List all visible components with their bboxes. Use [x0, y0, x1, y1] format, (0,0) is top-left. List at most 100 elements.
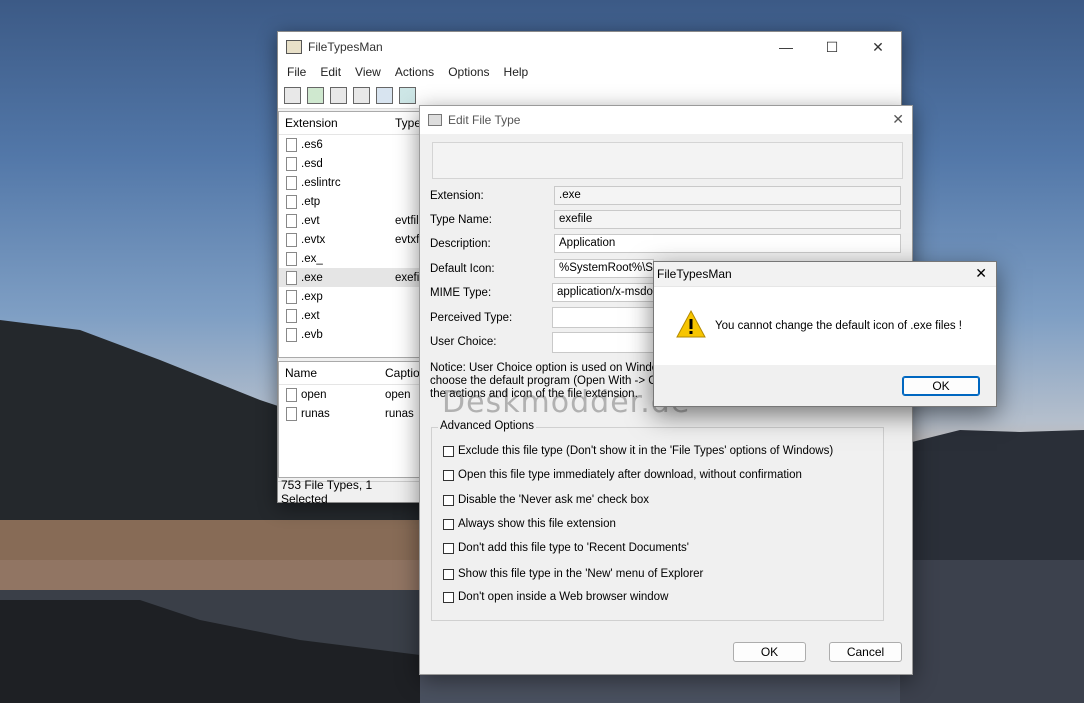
option-no-recent-documents[interactable]: Don't add this file type to 'Recent Docu… [443, 542, 689, 554]
file-icon [286, 251, 297, 266]
default-icon-field[interactable]: %SystemRoot%\Sy [554, 259, 654, 278]
action-name-cell: runas [301, 407, 330, 420]
option-always-show-extension[interactable]: Always show this file extension [443, 518, 616, 530]
table-row[interactable]: open open [279, 385, 421, 404]
table-row[interactable]: .es6 [279, 135, 421, 154]
checkbox[interactable] [443, 494, 454, 506]
table-row[interactable]: .exe exefi [279, 268, 421, 287]
refresh-icon[interactable] [307, 86, 324, 104]
type-name-field[interactable]: exefile [554, 210, 901, 229]
message-ok-button[interactable]: OK [902, 376, 980, 396]
checkbox[interactable] [443, 591, 454, 603]
option-open-immediately[interactable]: Open this file type immediately after do… [443, 469, 802, 481]
ok-button[interactable]: OK [733, 642, 806, 662]
checkbox[interactable] [443, 445, 454, 457]
type-cell: evtxf [395, 233, 420, 246]
edit-dialog-titlebar[interactable]: Edit File Type ✕ [420, 106, 912, 134]
type-name-label: Type Name: [430, 214, 492, 226]
option-label: Exclude this file type (Don't show it in… [458, 445, 834, 457]
extension-field[interactable]: .exe [554, 186, 901, 205]
description-label: Description: [430, 238, 491, 250]
action-name-cell: open [301, 388, 327, 401]
table-row[interactable]: .eslintrc [279, 173, 421, 192]
copy-icon[interactable] [330, 86, 347, 104]
option-exclude[interactable]: Exclude this file type (Don't show it in… [443, 445, 833, 457]
option-label: Show this file type in the 'New' menu of… [458, 568, 704, 580]
extension-cell: .evt [301, 214, 320, 227]
message-text: You cannot change the default icon of .e… [715, 320, 963, 332]
perceived-type-field[interactable] [552, 307, 654, 328]
type-cell: exefi [395, 271, 420, 284]
extension-cell: .evb [301, 328, 323, 341]
option-disable-never-ask[interactable]: Disable the 'Never ask me' check box [443, 494, 649, 506]
column-type[interactable]: Type [389, 116, 421, 130]
extension-cell: .esd [301, 157, 323, 170]
file-icon [286, 327, 297, 342]
menu-options[interactable]: Options [441, 65, 496, 79]
table-row[interactable]: .exp [279, 287, 421, 306]
menu-view[interactable]: View [348, 65, 388, 79]
perceived-type-label: Perceived Type: [430, 312, 513, 324]
menu-edit[interactable]: Edit [313, 65, 348, 79]
file-icon [286, 213, 297, 228]
advanced-options-label: Advanced Options [438, 420, 536, 432]
file-rows: .es6 .esd .eslintrc .etp .evt evtfil .evtx evtx… [279, 135, 421, 344]
action-caption-cell: runas [385, 407, 414, 420]
checkbox[interactable] [443, 518, 454, 530]
maximize-icon[interactable]: ☐ [809, 32, 855, 62]
close-icon[interactable]: ✕ [855, 32, 901, 62]
table-row[interactable]: .evt evtfil [279, 211, 421, 230]
file-icon [286, 289, 297, 304]
option-label: Always show this file extension [458, 518, 616, 530]
option-show-in-new-menu[interactable]: Show this file type in the 'New' menu of… [443, 568, 703, 580]
message-body: You cannot change the default icon of .e… [654, 287, 996, 365]
table-row[interactable]: .ext [279, 306, 421, 325]
actions-list[interactable]: Name Captio open open runas runas [278, 361, 422, 478]
app-icon [286, 40, 302, 54]
column-extension[interactable]: Extension [279, 116, 389, 130]
table-row[interactable]: .ex_ [279, 249, 421, 268]
menu-file[interactable]: File [280, 65, 313, 79]
extension-cell: .ext [301, 309, 320, 322]
type-cell: evtfil [395, 214, 419, 227]
table-row[interactable]: runas runas [279, 404, 421, 423]
file-types-header: Extension Type [279, 112, 421, 135]
action-icon [286, 387, 297, 402]
save-icon[interactable] [284, 86, 301, 104]
find-icon[interactable] [376, 86, 393, 104]
column-caption[interactable]: Captio [379, 366, 420, 380]
extension-cell: .evtx [301, 233, 326, 246]
checkbox[interactable] [443, 568, 454, 580]
minimize-icon[interactable]: — [763, 32, 809, 62]
edit-dialog-title: Edit File Type [448, 113, 521, 127]
mime-type-label: MIME Type: [430, 287, 492, 299]
file-icon [286, 137, 297, 152]
file-icon [286, 194, 297, 209]
checkbox[interactable] [443, 469, 454, 481]
message-box: FileTypesMan ✕ You cannot change the def… [653, 261, 997, 407]
exit-icon[interactable] [399, 86, 416, 104]
user-choice-field[interactable] [552, 332, 654, 353]
table-row[interactable]: .etp [279, 192, 421, 211]
description-field[interactable]: Application [554, 234, 901, 253]
table-row[interactable]: .esd [279, 154, 421, 173]
message-box-titlebar[interactable]: FileTypesMan ✕ [654, 262, 996, 287]
mime-type-field[interactable]: application/x-msdow [552, 283, 654, 302]
dialog-close-icon[interactable]: ✕ [892, 111, 904, 128]
dialog-icon [428, 114, 442, 126]
status-text: 753 File Types, 1 Selected [281, 478, 373, 506]
file-types-list[interactable]: Extension Type .es6 .esd .eslintrc .etp .evt… [278, 111, 422, 358]
checkbox[interactable] [443, 542, 454, 554]
icon-preview-area [432, 142, 903, 179]
notice-line: Notice: User Choice option is used on Wi… [430, 362, 655, 374]
menu-help[interactable]: Help [497, 65, 536, 79]
option-no-web-browser[interactable]: Don't open inside a Web browser window [443, 591, 668, 603]
table-row[interactable]: .evb [279, 325, 421, 344]
menu-actions[interactable]: Actions [388, 65, 441, 79]
message-close-icon[interactable]: ✕ [975, 265, 987, 282]
column-name[interactable]: Name [279, 366, 379, 380]
properties-icon[interactable] [353, 86, 370, 104]
main-titlebar[interactable]: FileTypesMan — ☐ ✕ [278, 32, 901, 62]
table-row[interactable]: .evtx evtxf [279, 230, 421, 249]
cancel-button[interactable]: Cancel [829, 642, 902, 662]
